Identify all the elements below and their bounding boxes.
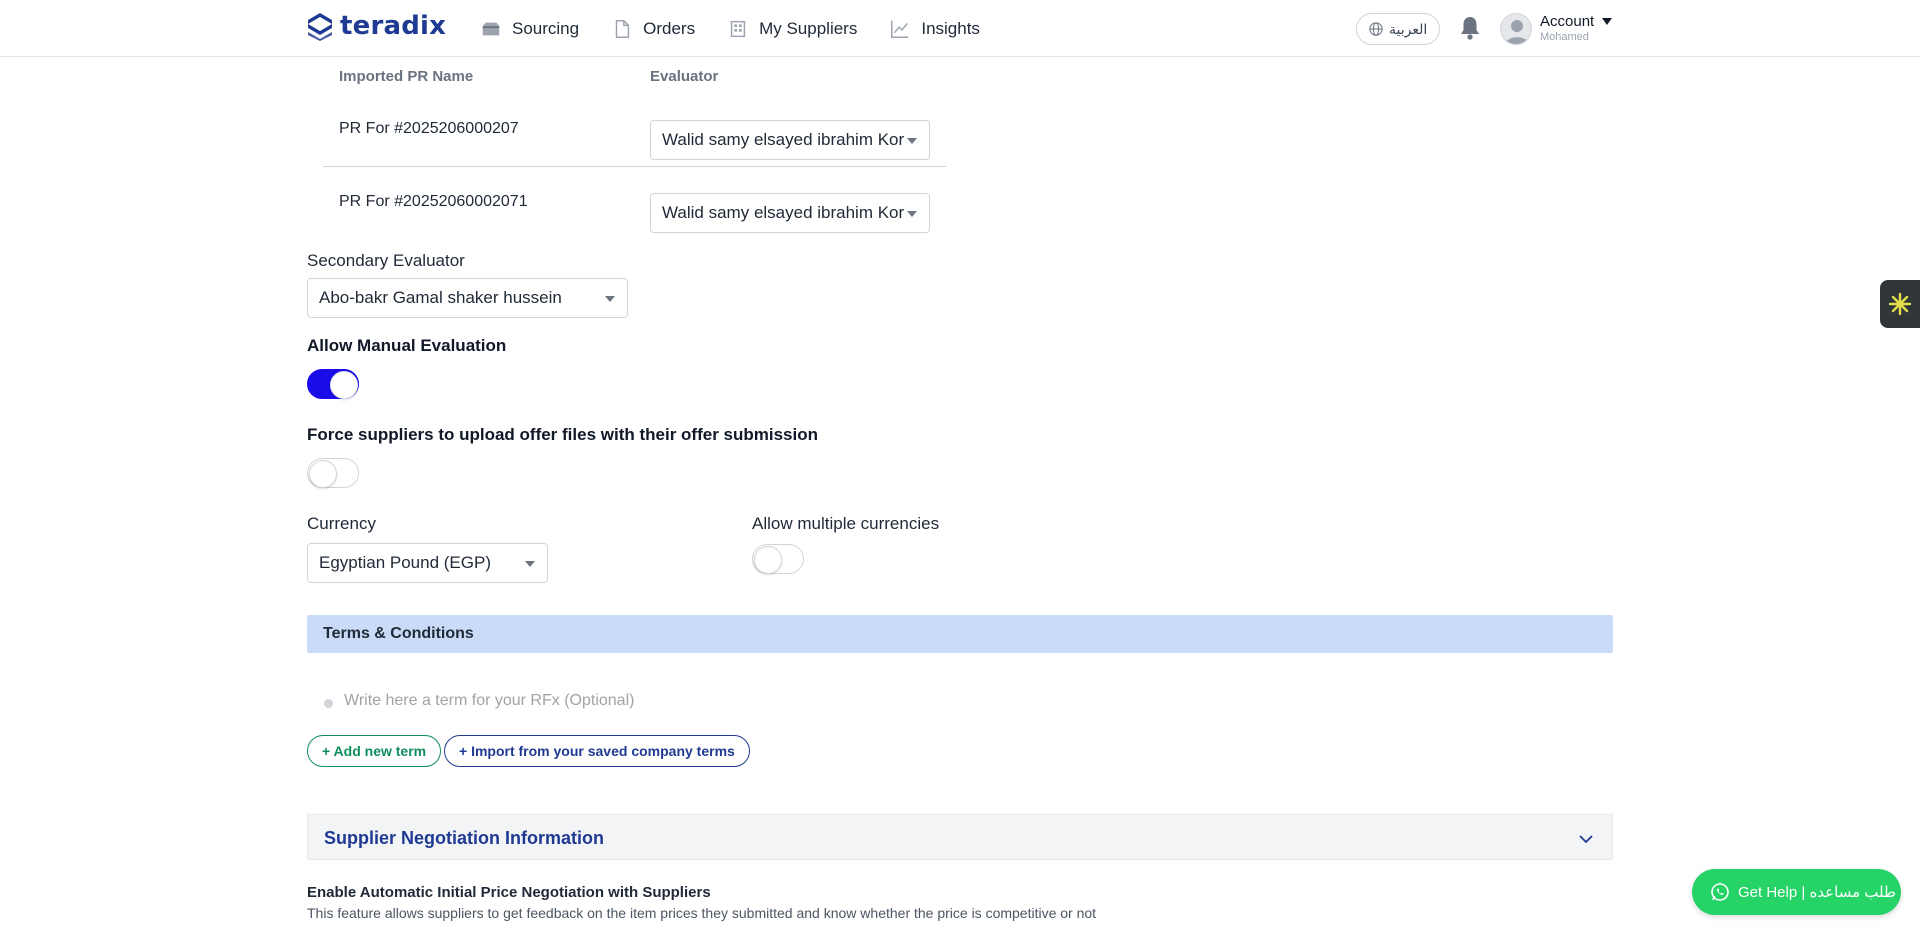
globe-icon xyxy=(1369,22,1383,36)
language-label: العربية xyxy=(1389,20,1428,37)
currency-label: Currency xyxy=(307,514,376,533)
toggle-knob xyxy=(309,460,337,488)
evaluator-select-value: Walid samy elsayed ibrahim Kor xyxy=(662,130,905,149)
user-avatar-icon xyxy=(1505,20,1529,44)
top-navigation-bar: teradix Sourcing Orders My Suppliers Ins… xyxy=(0,0,1920,57)
whatsapp-icon xyxy=(1711,883,1729,901)
evaluator-select-value: Walid samy elsayed ibrahim Kor xyxy=(662,203,905,222)
multi-currency-label: Allow multiple currencies xyxy=(752,514,940,533)
brand-logo[interactable]: teradix xyxy=(306,11,446,41)
insights-chart-icon xyxy=(891,20,909,38)
nav-sourcing-label: Sourcing xyxy=(512,18,580,38)
col-imported-pr-name: Imported PR Name xyxy=(339,68,474,85)
supplier-negotiation-accordion[interactable]: Supplier Negotiation Information xyxy=(307,814,1613,860)
toggle-knob xyxy=(330,371,358,399)
force-upload-toggle[interactable] xyxy=(307,458,359,488)
term-bullet-icon xyxy=(324,699,333,708)
chevron-down-icon xyxy=(1579,835,1593,844)
get-help-label: Get Help | طلب مساعده xyxy=(1738,884,1896,901)
sparkle-icon xyxy=(1888,292,1912,316)
nav-my-suppliers[interactable]: My Suppliers xyxy=(727,18,857,40)
secondary-evaluator-label: Secondary Evaluator xyxy=(307,251,465,270)
main-nav: Sourcing Orders My Suppliers Insights xyxy=(480,0,980,57)
brand-name: teradix xyxy=(340,11,447,41)
nav-orders-label: Orders xyxy=(643,18,696,38)
account-caret-down-icon[interactable] xyxy=(1602,18,1612,25)
teradix-logo-icon xyxy=(308,13,332,41)
pr-name-cell: PR For #2025206000207 xyxy=(339,120,519,137)
evaluator-select-row-1[interactable]: Walid samy elsayed ibrahim Kor xyxy=(650,120,930,160)
dropdown-caret-icon xyxy=(907,138,917,144)
dropdown-caret-icon xyxy=(907,211,917,217)
manual-evaluation-toggle[interactable] xyxy=(307,369,359,399)
supplier-negotiation-title: Supplier Negotiation Information xyxy=(324,828,604,848)
currency-select[interactable]: Egyptian Pound (EGP) xyxy=(307,543,548,583)
secondary-evaluator-select[interactable]: Abo-bakr Gamal shaker hussein xyxy=(307,278,628,318)
nav-my-suppliers-label: My Suppliers xyxy=(759,18,858,38)
dropdown-caret-icon xyxy=(605,296,615,302)
manual-evaluation-label: Allow Manual Evaluation xyxy=(307,336,507,355)
terms-conditions-title: Terms & Conditions xyxy=(323,625,474,642)
dropdown-caret-icon xyxy=(525,561,535,567)
user-avatar[interactable] xyxy=(1500,13,1532,45)
nav-insights[interactable]: Insights xyxy=(889,18,980,40)
side-feedback-widget[interactable] xyxy=(1880,280,1920,328)
term-input[interactable] xyxy=(342,688,1242,714)
nav-sourcing[interactable]: Sourcing xyxy=(480,18,579,40)
force-upload-label: Force suppliers to upload offer files wi… xyxy=(307,425,819,444)
nav-insights-label: Insights xyxy=(921,18,980,38)
pr-name-cell: PR For #20252060002071 xyxy=(339,193,528,210)
orders-icon xyxy=(615,19,630,38)
multi-currency-toggle[interactable] xyxy=(752,544,804,574)
notification-bell-icon[interactable] xyxy=(1458,15,1482,41)
auto-negotiation-description: This feature allows suppliers to get fee… xyxy=(307,905,1097,921)
account-user-name: Mohamed xyxy=(1540,31,1589,43)
col-evaluator: Evaluator xyxy=(650,68,719,85)
evaluator-select-row-2[interactable]: Walid samy elsayed ibrahim Kor xyxy=(650,193,930,233)
toggle-knob xyxy=(754,546,782,574)
pr-table-header: Imported PR Name Evaluator xyxy=(323,58,946,94)
terms-conditions-header: Terms & Conditions xyxy=(307,615,1613,653)
account-menu[interactable]: Account Mohamed xyxy=(1540,14,1594,43)
currency-select-value: Egyptian Pound (EGP) xyxy=(319,553,491,572)
get-help-button[interactable]: Get Help | طلب مساعده xyxy=(1692,869,1901,915)
account-label: Account xyxy=(1540,13,1595,30)
import-company-terms-button[interactable]: + Import from your saved company terms xyxy=(444,735,750,767)
nav-orders[interactable]: Orders xyxy=(611,18,695,40)
suppliers-icon xyxy=(730,20,746,37)
language-switch-button[interactable]: العربية xyxy=(1356,13,1441,45)
auto-negotiation-title: Enable Automatic Initial Price Negotiati… xyxy=(307,884,711,901)
add-new-term-button[interactable]: + Add new term xyxy=(307,735,442,767)
sourcing-icon xyxy=(482,22,500,35)
secondary-evaluator-value: Abo-bakr Gamal shaker hussein xyxy=(319,288,562,307)
